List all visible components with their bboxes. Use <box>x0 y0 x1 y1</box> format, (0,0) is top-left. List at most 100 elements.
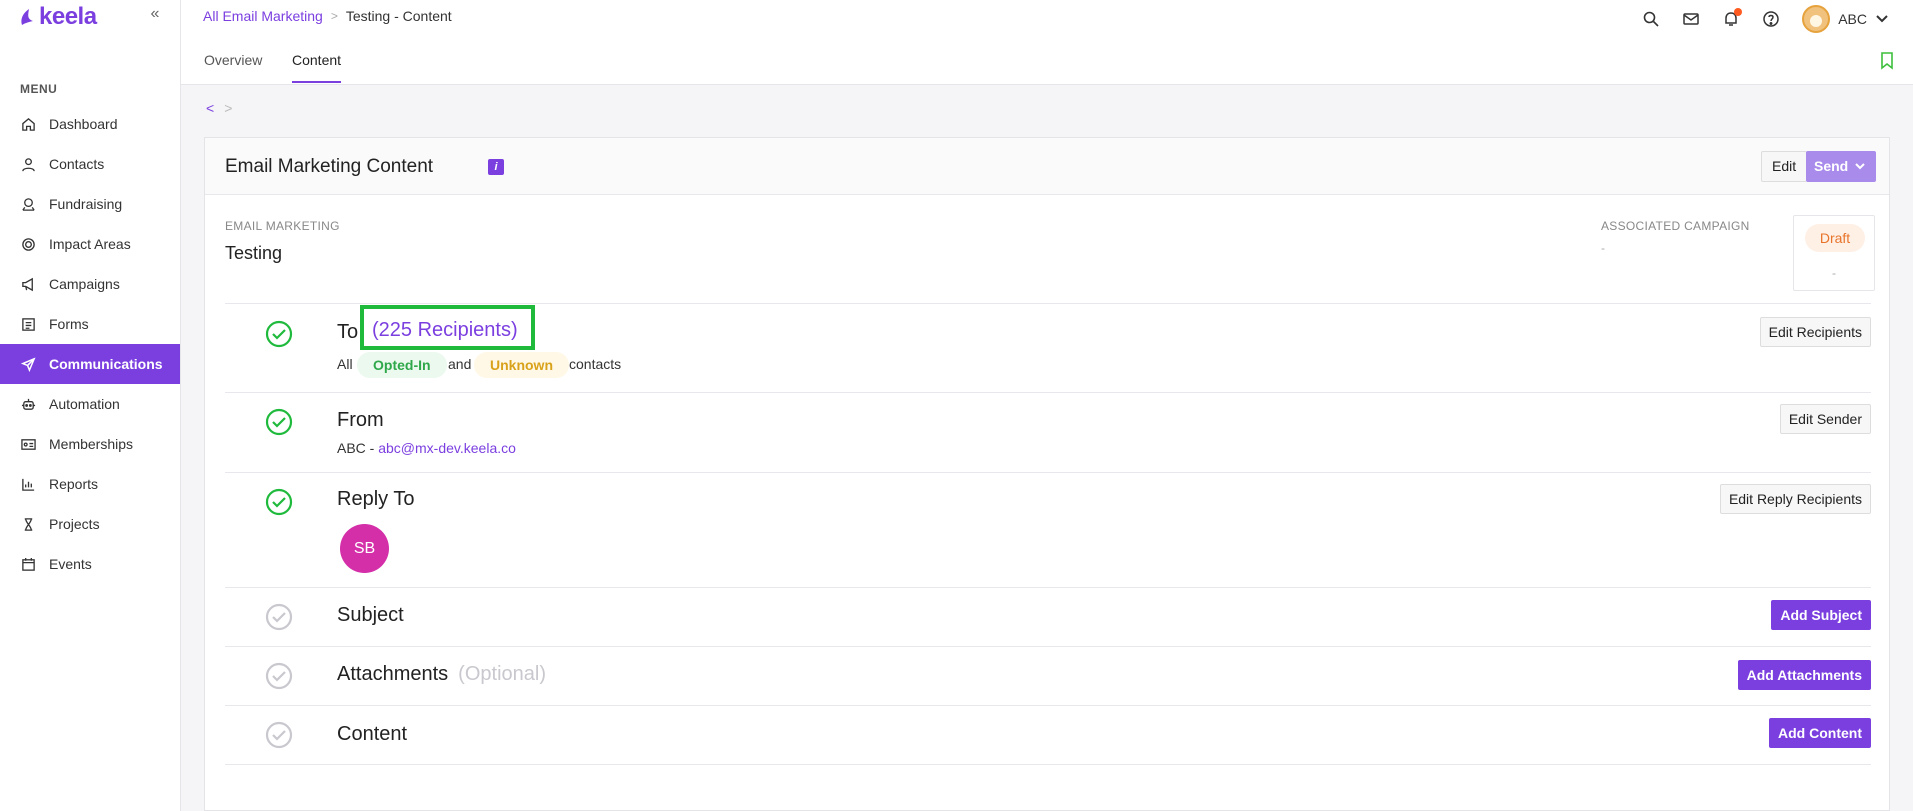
user-avatar <box>1802 5 1831 33</box>
home-icon <box>22 117 35 131</box>
chevron-right-icon: > <box>330 9 338 23</box>
help-icon[interactable] <box>1762 10 1780 28</box>
bookmark-icon[interactable] <box>1879 52 1895 70</box>
associated-campaign-label: ASSOCIATED CAMPAIGN <box>1601 219 1750 233</box>
sender-email-link[interactable]: abc@mx-dev.keela.co <box>378 440 516 456</box>
form-icon <box>22 317 35 331</box>
sidebar-item-label: Events <box>49 556 92 572</box>
attachments-title: Attachments (Optional) <box>337 663 546 686</box>
add-attachments-button[interactable]: Add Attachments <box>1737 660 1871 690</box>
reply-to-row: Reply To Edit Reply Recipients <box>225 472 1871 587</box>
sidebar-nav: Dashboard Contacts Fundraising Impact Ar… <box>0 104 180 584</box>
pending-check-circle-icon <box>265 721 293 749</box>
top-icons: ABC <box>1642 5 1889 33</box>
sidebar-item-projects[interactable]: Projects <box>0 504 180 544</box>
card-title: Email Marketing Content <box>225 156 434 177</box>
edit-button[interactable]: Edit <box>1761 151 1808 182</box>
next-record-icon[interactable]: > <box>224 100 232 116</box>
user-name: ABC <box>1838 11 1867 27</box>
sidebar-item-reports[interactable]: Reports <box>0 464 180 504</box>
user-menu[interactable]: ABC <box>1802 5 1889 33</box>
send-icon <box>21 356 36 372</box>
sidebar-item-label: Projects <box>49 516 100 532</box>
reply-to-title: Reply To <box>337 488 415 510</box>
sidebar-item-label: Dashboard <box>49 116 118 132</box>
check-circle-icon <box>265 320 293 348</box>
notifications-bell[interactable] <box>1722 8 1743 28</box>
status-badge: Draft <box>1805 224 1865 252</box>
sidebar-item-label: Memberships <box>49 436 134 452</box>
tab-content[interactable]: Content <box>292 52 342 83</box>
id-card-icon <box>21 438 36 450</box>
sidebar-item-campaigns[interactable]: Campaigns <box>0 264 180 304</box>
search-icon[interactable] <box>1642 10 1660 28</box>
sidebar-item-memberships[interactable]: Memberships <box>0 424 180 464</box>
from-title: From <box>337 409 384 431</box>
fundraising-icon <box>22 197 35 211</box>
card-header: Email Marketing Content i Edit Send <box>205 138 1889 195</box>
edit-reply-recipients-button[interactable]: Edit Reply Recipients <box>1719 484 1871 514</box>
robot-icon <box>21 398 36 410</box>
sidebar-item-events[interactable]: Events <box>0 544 180 584</box>
associated-campaign-value: - <box>1601 241 1605 255</box>
sidebar-item-automation[interactable]: Automation <box>0 384 180 424</box>
sidebar-item-forms[interactable]: Forms <box>0 304 180 344</box>
attachments-title-text: Attachments <box>337 663 449 685</box>
optional-label: (Optional) <box>458 663 546 685</box>
sidebar-item-label: Campaigns <box>49 276 120 292</box>
add-subject-button[interactable]: Add Subject <box>1771 600 1871 630</box>
megaphone-icon <box>22 277 33 291</box>
logo-text: keela <box>39 3 97 30</box>
user-icon <box>22 157 35 171</box>
notification-dot <box>1734 8 1743 16</box>
info-icon[interactable]: i <box>488 159 504 175</box>
mail-icon[interactable] <box>1682 10 1700 28</box>
email-marketing-value: Testing <box>225 243 283 263</box>
chevron-down-icon <box>1876 15 1888 23</box>
hourglass-icon <box>24 517 33 531</box>
sidebar-item-communications[interactable]: Communications <box>0 344 180 384</box>
from-row: From ABC - abc@mx-dev.keela.co Edit Send… <box>225 392 1871 472</box>
sidebar-item-label: Reports <box>49 476 99 492</box>
reply-to-avatar[interactable]: SB <box>340 524 389 573</box>
sidebar-item-dashboard[interactable]: Dashboard <box>0 104 180 144</box>
opted-in-badge: Opted-In <box>357 352 447 378</box>
check-circle-icon <box>265 408 293 436</box>
to-sub-contacts: contacts <box>569 356 622 372</box>
sidebar-item-contacts[interactable]: Contacts <box>0 144 180 184</box>
sidebar-item-label: Impact Areas <box>49 236 131 252</box>
edit-sender-button[interactable]: Edit Sender <box>1779 404 1871 434</box>
sidebar-item-label: Fundraising <box>49 196 123 212</box>
tab-overview[interactable]: Overview <box>204 52 262 81</box>
sidebar-item-fundraising[interactable]: Fundraising <box>0 184 180 224</box>
tabs-bar: Overview Content <box>181 38 1913 85</box>
add-content-button[interactable]: Add Content <box>1769 718 1871 748</box>
chevron-down-icon <box>1855 163 1865 170</box>
record-pager: < > <box>206 100 232 116</box>
unknown-badge: Unknown <box>474 352 569 378</box>
bar-chart-icon <box>22 478 35 491</box>
subject-title: Subject <box>337 604 404 626</box>
check-circle-icon <box>265 488 293 516</box>
sidebar-item-label: Contacts <box>49 156 105 172</box>
previous-record-icon[interactable]: < <box>206 100 214 116</box>
pending-check-circle-icon <box>265 662 293 690</box>
collapse-sidebar-icon[interactable]: « <box>146 6 164 24</box>
send-button[interactable]: Send <box>1806 151 1876 182</box>
keela-logo[interactable]: keela <box>19 5 97 29</box>
breadcrumb-current: Testing - Content <box>345 8 452 24</box>
email-content-card: Email Marketing Content i Edit Send EMAI… <box>204 137 1890 811</box>
sender-name: ABC - <box>337 440 379 456</box>
edit-recipients-button[interactable]: Edit Recipients <box>1759 317 1871 347</box>
sidebar: keela « MENU Dashboard Contacts Fundrais… <box>0 0 181 811</box>
status-box: Draft - <box>1793 215 1875 291</box>
to-sub-all: All <box>337 356 353 372</box>
sidebar-item-label: Communications <box>49 356 163 372</box>
status-sub: - <box>1832 266 1836 280</box>
keela-logo-icon <box>21 9 33 25</box>
recipients-count-link[interactable]: (225 Recipients) <box>372 319 518 342</box>
calendar-icon <box>22 557 35 571</box>
sidebar-item-impact-areas[interactable]: Impact Areas <box>0 224 180 264</box>
pending-check-circle-icon <box>265 603 293 631</box>
breadcrumb-parent-link[interactable]: All Email Marketing <box>203 8 323 24</box>
